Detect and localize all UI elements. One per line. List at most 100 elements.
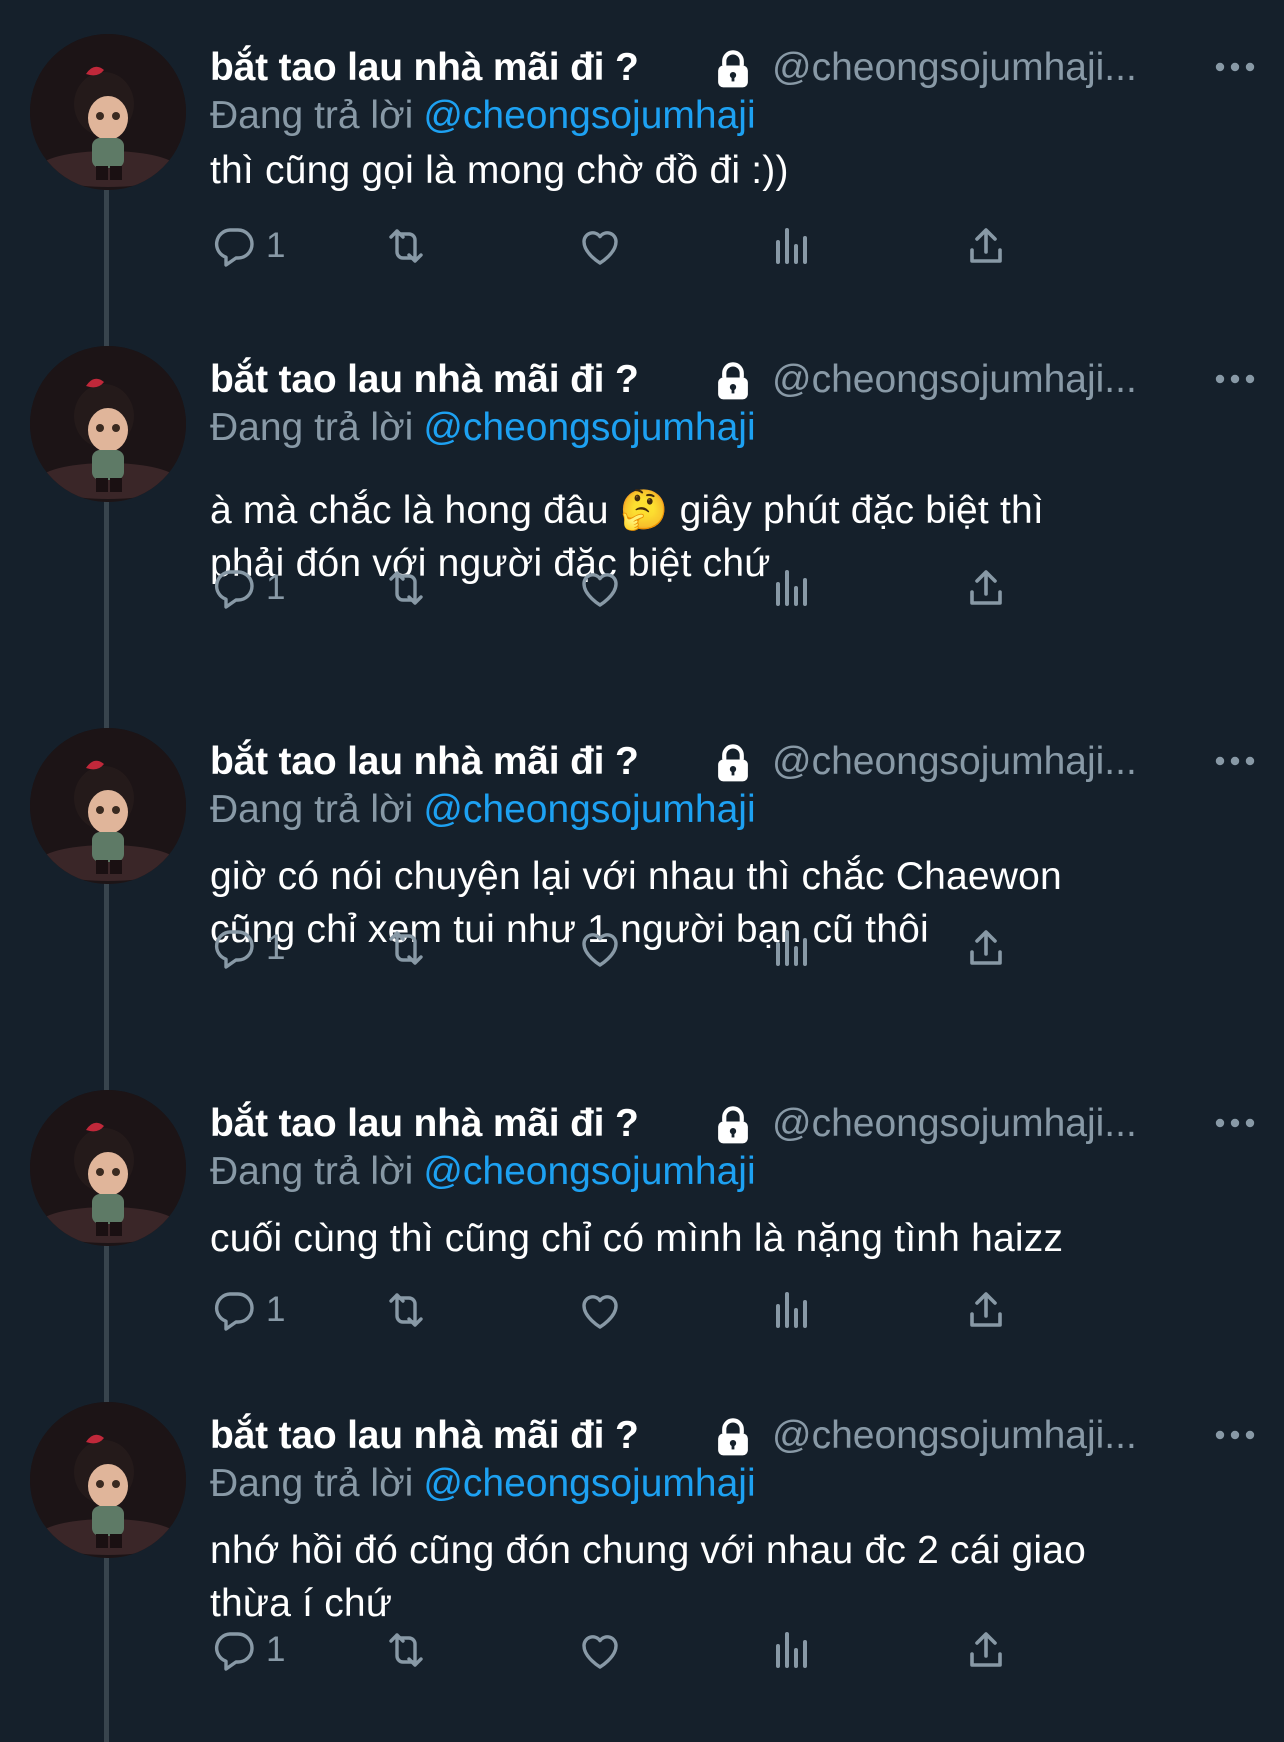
user-handle[interactable]: @cheongsojumhaji...: [772, 354, 1192, 406]
tweet-header: bắt tao lau nhà mãi đi ? @cheongsojumhaj…: [210, 736, 1260, 788]
views-icon: [776, 1632, 807, 1668]
share-button[interactable]: [962, 1622, 1010, 1678]
display-name[interactable]: bắt tao lau nhà mãi đi ?: [210, 42, 639, 94]
lock-icon: [718, 50, 748, 88]
reply-icon: [214, 1292, 254, 1331]
reply-count: 1: [266, 1290, 286, 1329]
avatar-image: [30, 34, 186, 190]
replying-to: Đang trả lời @cheongsojumhaji: [210, 1458, 756, 1510]
views-button[interactable]: [768, 1622, 816, 1678]
replying-to: Đang trả lời @cheongsojumhaji: [210, 1146, 756, 1198]
like-icon: [582, 933, 618, 967]
avatar[interactable]: [30, 1090, 186, 1246]
reply-count: 1: [266, 226, 286, 265]
lock-icon: [718, 744, 748, 782]
retweet-button[interactable]: [382, 920, 430, 976]
replying-to-handle[interactable]: @cheongsojumhaji: [423, 1150, 755, 1193]
display-name[interactable]: bắt tao lau nhà mãi đi ?: [210, 1410, 639, 1462]
views-button[interactable]: [768, 1282, 816, 1338]
tweet-header: bắt tao lau nhà mãi đi ? @cheongsojumhaj…: [210, 1098, 1260, 1150]
more-icon[interactable]: [1210, 1420, 1260, 1450]
lock-icon: [718, 362, 748, 400]
avatar[interactable]: [30, 34, 186, 190]
more-icon[interactable]: [1210, 52, 1260, 82]
tweet-text-line: nhớ hồi đó cũng đón chung với nhau đc 2 …: [210, 1529, 1087, 1572]
tweet-actions: 1: [210, 1282, 1130, 1338]
reply-icon: [214, 1632, 254, 1671]
retweet-icon: [389, 1293, 423, 1327]
display-name[interactable]: bắt tao lau nhà mãi đi ?: [210, 354, 639, 406]
avatar[interactable]: [30, 346, 186, 502]
views-icon: [776, 570, 807, 606]
share-icon: [970, 1292, 1002, 1327]
retweet-button[interactable]: [382, 1622, 430, 1678]
replying-to-handle[interactable]: @cheongsojumhaji: [423, 406, 755, 449]
avatar-image: [30, 346, 186, 502]
lock-icon: [718, 1106, 748, 1144]
views-icon: [776, 1292, 807, 1328]
display-name[interactable]: bắt tao lau nhà mãi đi ?: [210, 1098, 639, 1150]
more-icon[interactable]: [1210, 746, 1260, 776]
replying-to-label: Đang trả lời: [210, 788, 414, 831]
tweet-actions: 1: [210, 1622, 1130, 1678]
share-button[interactable]: [962, 218, 1010, 274]
display-name[interactable]: bắt tao lau nhà mãi đi ?: [210, 736, 639, 788]
retweet-button[interactable]: [382, 1282, 430, 1338]
share-icon: [970, 930, 1002, 965]
share-button[interactable]: [962, 1282, 1010, 1338]
reply-count: 1: [266, 568, 286, 607]
reply-count: 1: [266, 928, 286, 967]
share-icon: [970, 228, 1002, 263]
reply-button[interactable]: 1: [210, 560, 285, 616]
reply-button[interactable]: 1: [210, 920, 285, 976]
avatar-image: [30, 728, 186, 884]
user-handle[interactable]: @cheongsojumhaji...: [772, 736, 1192, 788]
reply-button[interactable]: 1: [210, 1282, 285, 1338]
retweet-icon: [389, 229, 423, 263]
like-button[interactable]: [576, 218, 624, 274]
more-icon[interactable]: [1210, 364, 1260, 394]
tweet-header: bắt tao lau nhà mãi đi ? @cheongsojumhaj…: [210, 42, 1260, 94]
user-handle[interactable]: @cheongsojumhaji...: [772, 1410, 1192, 1462]
replying-to: Đang trả lời @cheongsojumhaji: [210, 402, 756, 454]
reply-button[interactable]: 1: [210, 218, 285, 274]
views-icon: [776, 930, 807, 966]
retweet-button[interactable]: [382, 560, 430, 616]
replying-to-handle[interactable]: @cheongsojumhaji: [423, 94, 755, 137]
like-button[interactable]: [576, 560, 624, 616]
share-button[interactable]: [962, 920, 1010, 976]
like-icon: [582, 231, 618, 265]
replying-to: Đang trả lời @cheongsojumhaji: [210, 784, 756, 836]
share-icon: [970, 570, 1002, 605]
replying-to-handle[interactable]: @cheongsojumhaji: [423, 1462, 755, 1505]
share-button[interactable]: [962, 560, 1010, 616]
reply-count: 1: [266, 1630, 286, 1669]
views-button[interactable]: [768, 920, 816, 976]
tweet-header: bắt tao lau nhà mãi đi ? @cheongsojumhaj…: [210, 1410, 1260, 1462]
reply-button[interactable]: 1: [210, 1622, 285, 1678]
more-icon[interactable]: [1210, 1108, 1260, 1138]
avatar[interactable]: [30, 728, 186, 884]
avatar-image: [30, 1090, 186, 1246]
replying-to-handle[interactable]: @cheongsojumhaji: [423, 788, 755, 831]
replying-to-label: Đang trả lời: [210, 94, 414, 137]
avatar[interactable]: [30, 1402, 186, 1558]
lock-icon: [718, 1418, 748, 1456]
reply-thread: bắt tao lau nhà mãi đi ? @cheongsojumhaj…: [0, 0, 1284, 1742]
tweet-actions: 1: [210, 218, 1130, 274]
like-button[interactable]: [576, 1282, 624, 1338]
tweet-text-line: thì cũng gọi là mong chờ đồ đi :)): [210, 149, 789, 192]
like-button[interactable]: [576, 920, 624, 976]
tweet-text-line: giờ có nói chuyện lại với nhau thì chắc …: [210, 855, 1062, 898]
user-handle[interactable]: @cheongsojumhaji...: [772, 42, 1192, 94]
views-button[interactable]: [768, 218, 816, 274]
retweet-button[interactable]: [382, 218, 430, 274]
like-icon: [582, 573, 618, 607]
reply-icon: [214, 930, 254, 969]
tweet-actions: 1: [210, 560, 1130, 616]
replying-to: Đang trả lời @cheongsojumhaji: [210, 90, 756, 142]
tweet-text: thì cũng gọi là mong chờ đồ đi :)): [210, 144, 1210, 197]
views-button[interactable]: [768, 560, 816, 616]
like-button[interactable]: [576, 1622, 624, 1678]
user-handle[interactable]: @cheongsojumhaji...: [772, 1098, 1192, 1150]
